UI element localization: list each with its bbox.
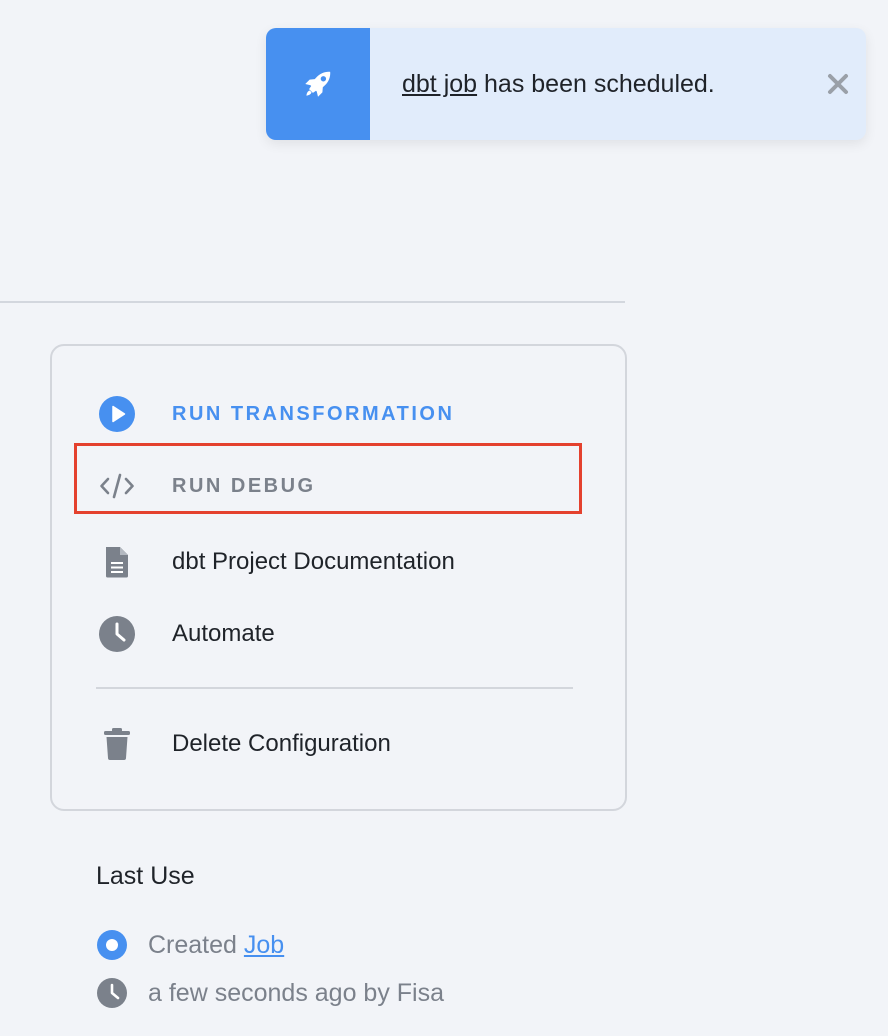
menu-divider (96, 687, 573, 689)
toast-message: dbt job has been scheduled. (402, 28, 715, 140)
section-divider (0, 301, 625, 303)
menu-item-delete-configuration[interactable]: Delete Configuration (52, 714, 625, 774)
highlight-box (74, 443, 582, 514)
radio-dot-icon (96, 929, 128, 961)
menu-item-label: RUN TRANSFORMATION (172, 402, 455, 425)
created-job-link[interactable]: Job (244, 931, 284, 959)
menu-item-label: Delete Configuration (172, 730, 391, 757)
document-icon (98, 543, 136, 581)
rocket-icon (305, 71, 331, 97)
last-use-time-text: a few seconds ago by Fisa (148, 978, 444, 1007)
menu-item-run-transformation[interactable]: RUN TRANSFORMATION (52, 384, 625, 444)
created-prefix: Created (148, 930, 244, 959)
last-use-title: Last Use (96, 862, 195, 890)
toast-message-text: has been scheduled. (477, 69, 715, 98)
play-circle-icon (98, 395, 136, 433)
menu-item-label: dbt Project Documentation (172, 548, 455, 575)
clock-icon (98, 615, 136, 653)
toast-notification: dbt job has been scheduled. (266, 28, 866, 140)
clock-icon (96, 977, 128, 1009)
menu-item-automate[interactable]: Automate (52, 604, 625, 664)
actions-panel: RUN TRANSFORMATION RUN DEBUG dbt Project… (50, 344, 627, 811)
last-use-created-text: Created Job (148, 931, 284, 960)
last-use-created-row: Created Job (96, 928, 284, 962)
menu-item-label: Automate (172, 620, 275, 647)
menu-item-documentation[interactable]: dbt Project Documentation (52, 532, 625, 592)
trash-icon (98, 725, 136, 763)
toast-icon-box (266, 28, 370, 140)
toast-dbt-job-link[interactable]: dbt job (402, 70, 477, 99)
toast-close-button[interactable] (820, 28, 856, 140)
close-icon (828, 74, 848, 94)
last-use-time-row: a few seconds ago by Fisa (96, 976, 444, 1010)
